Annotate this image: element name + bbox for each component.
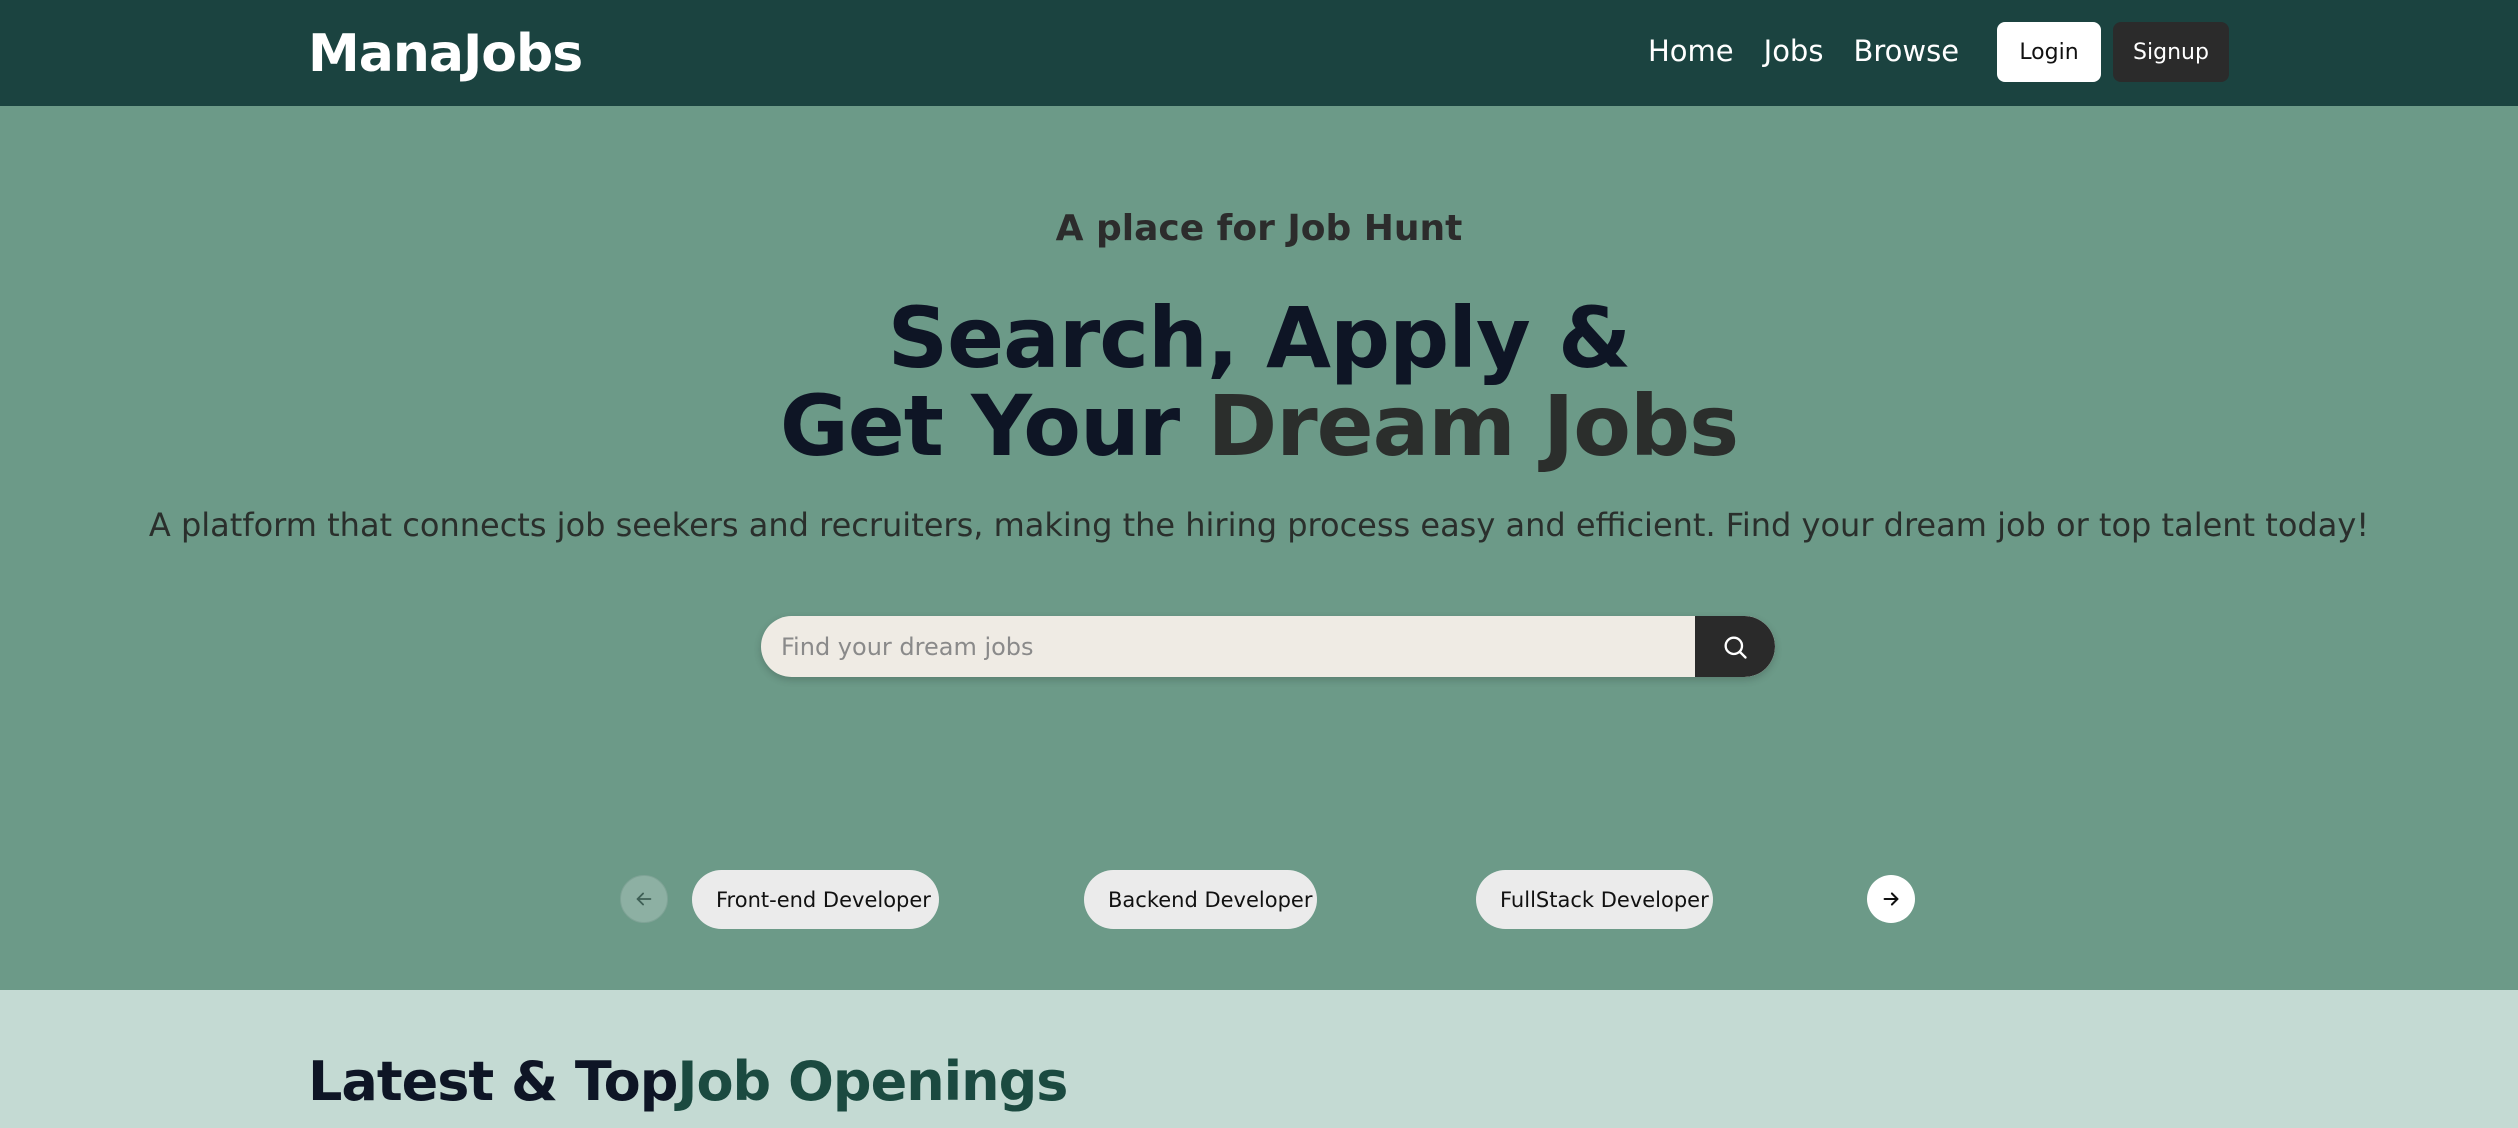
- arrow-left-icon: [633, 888, 655, 910]
- nav-link-browse[interactable]: Browse: [1853, 34, 1959, 68]
- hero-tagline: A place for Job Hunt: [1055, 208, 1463, 249]
- arrow-right-icon: [1880, 888, 1902, 910]
- nav-link-home[interactable]: Home: [1648, 34, 1734, 68]
- search-input[interactable]: [761, 616, 1696, 677]
- carousel-prev-button[interactable]: [620, 875, 668, 923]
- search-icon: [1721, 633, 1749, 661]
- logo[interactable]: ManaJobs: [308, 24, 583, 84]
- nav-link-jobs[interactable]: Jobs: [1764, 34, 1824, 68]
- latest-jobs-section: Latest & TopJob Openings: [0, 990, 2518, 1128]
- nav-links: Home Jobs Browse: [1648, 34, 1959, 68]
- headline-line-2-accent: Dream Jobs: [1207, 377, 1739, 475]
- hero-subtitle: A platform that connects job seekers and…: [148, 506, 2370, 544]
- category-chip-backend[interactable]: Backend Developer: [1084, 870, 1317, 929]
- latest-jobs-title: Latest & TopJob Openings: [308, 1050, 1068, 1113]
- search-bar: [761, 616, 1775, 677]
- carousel-next-button[interactable]: [1867, 875, 1915, 923]
- hero-headline: Search, Apply & Get Your Dream Jobs: [0, 294, 2518, 470]
- search-button[interactable]: [1695, 616, 1775, 677]
- login-button[interactable]: Login: [1997, 22, 2101, 82]
- headline-line-1: Search, Apply &: [887, 289, 1632, 387]
- latest-title-accent: Job Openings: [677, 1050, 1068, 1113]
- signup-button[interactable]: Signup: [2113, 22, 2229, 82]
- latest-title-prefix: Latest & Top: [308, 1050, 678, 1113]
- category-chip-fullstack[interactable]: FullStack Developer: [1476, 870, 1713, 929]
- headline-line-2-prefix: Get Your: [779, 377, 1208, 475]
- navbar: ManaJobs Home Jobs Browse Login Signup: [0, 0, 2518, 106]
- category-chip-frontend[interactable]: Front-end Developer: [692, 870, 939, 929]
